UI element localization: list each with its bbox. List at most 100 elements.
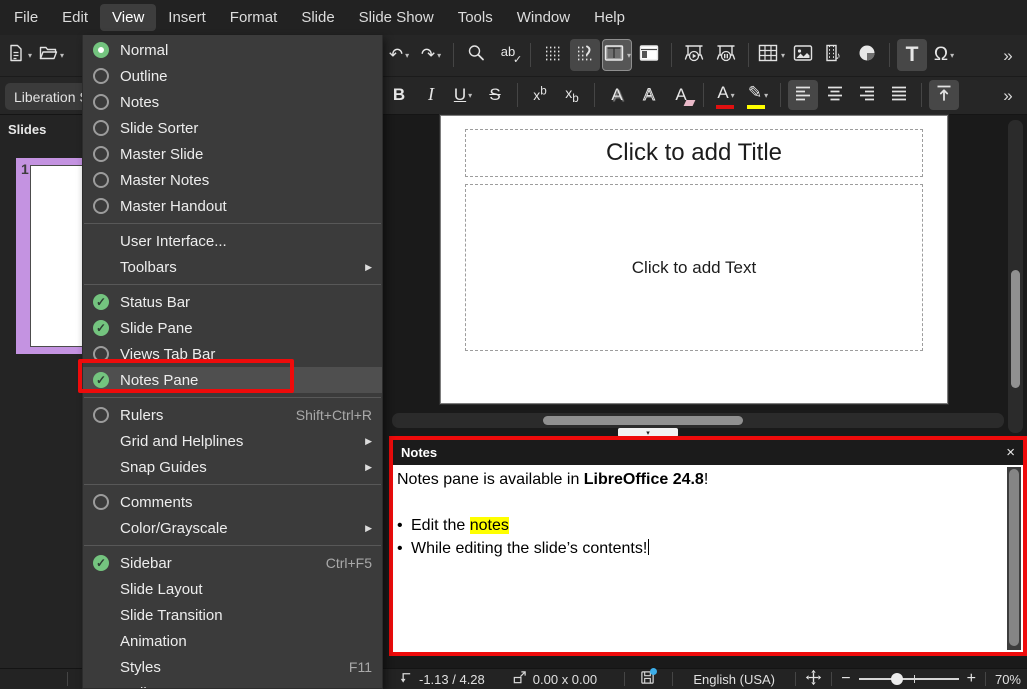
menubar-item-window[interactable]: Window [505, 4, 582, 31]
special-character-button[interactable]: Ω▾ [929, 39, 959, 71]
start-current-slide-button[interactable] [711, 39, 741, 71]
dropdown-caret-icon[interactable]: ▾ [437, 51, 441, 60]
body-placeholder[interactable]: Click to add Text [465, 184, 923, 351]
menubar-item-edit[interactable]: Edit [50, 4, 100, 31]
zoom-slider[interactable]: − + [841, 670, 976, 688]
zoom-in-button[interactable]: + [967, 670, 976, 688]
menubar-item-help[interactable]: Help [582, 4, 637, 31]
menu-item-rulers[interactable]: RulersShift+Ctrl+R [83, 402, 382, 428]
menu-item-slide-layout[interactable]: Slide Layout [83, 576, 382, 602]
new-document-button[interactable]: ▾ [4, 39, 34, 71]
menubar-item-tools[interactable]: Tools [446, 4, 505, 31]
strikethrough-button[interactable]: S [480, 80, 510, 110]
menu-item-normal[interactable]: Normal [83, 37, 382, 63]
notes-scrollbar-thumb[interactable] [1009, 469, 1019, 646]
menubar-item-slide-show[interactable]: Slide Show [347, 4, 446, 31]
horizontal-scrollbar-thumb[interactable] [543, 416, 743, 425]
menu-item-master-handout[interactable]: Master Handout [83, 193, 382, 219]
dropdown-caret-icon[interactable]: ▾ [950, 51, 954, 60]
dropdown-caret-icon[interactable]: ▾ [468, 91, 472, 100]
display-views-button[interactable]: ▾ [602, 39, 632, 71]
master-slide-button[interactable] [634, 39, 664, 71]
outline-font-button[interactable]: A [634, 80, 664, 110]
clear-formatting-button[interactable]: A [666, 80, 696, 110]
menubar-item-view[interactable]: View [100, 4, 156, 31]
menubar-item-slide[interactable]: Slide [289, 4, 346, 31]
menu-item-outline[interactable]: Outline [83, 63, 382, 89]
snap-guides-button[interactable] [570, 39, 600, 71]
title-placeholder[interactable]: Click to add Title [465, 129, 923, 177]
insert-chart-button[interactable] [852, 39, 882, 71]
menu-item-styles[interactable]: StylesF11 [83, 654, 382, 680]
find-replace-button[interactable] [461, 39, 491, 71]
menu-item-sidebar[interactable]: ✓SidebarCtrl+F5 [83, 550, 382, 576]
dropdown-caret-icon[interactable]: ▾ [781, 51, 785, 60]
notes-editor[interactable]: Notes pane is available in LibreOffice 2… [393, 465, 1023, 652]
menu-item-toolbars[interactable]: Toolbars▶ [83, 254, 382, 280]
dropdown-caret-icon[interactable]: ▾ [405, 51, 409, 60]
underline-button[interactable]: U▾ [448, 80, 478, 110]
dropdown-caret-icon[interactable]: ▾ [28, 51, 32, 60]
italic-button[interactable]: I [416, 80, 446, 110]
shadow-button[interactable]: A [602, 80, 632, 110]
toolbar-overflow-button[interactable]: » [993, 80, 1023, 110]
highlight-color-button[interactable]: ✎▾ [743, 80, 773, 110]
menu-item-notes[interactable]: Notes [83, 89, 382, 115]
toolbar-overflow-button[interactable]: » [993, 39, 1023, 71]
start-first-slide-button[interactable] [679, 39, 709, 71]
menu-item-color-grayscale[interactable]: Color/Grayscale▶ [83, 515, 382, 541]
notes-scrollbar[interactable] [1007, 467, 1021, 650]
menu-item-slide-transition[interactable]: Slide Transition [83, 602, 382, 628]
menubar-item-file[interactable]: File [2, 4, 50, 31]
menu-item-gallery[interactable]: Gallery [83, 680, 382, 689]
font-color-button[interactable]: A▾ [711, 80, 741, 110]
redo-button[interactable]: ↷▾ [416, 39, 446, 71]
subscript-button[interactable]: xb [557, 80, 587, 110]
object-size-field[interactable]: 0.00 x 0.00 [512, 670, 597, 688]
menu-item-master-notes[interactable]: Master Notes [83, 167, 382, 193]
dropdown-caret-icon[interactable]: ▾ [627, 51, 631, 60]
insert-media-button[interactable]: ♪ [820, 39, 850, 71]
open-folder-button[interactable]: ▾ [36, 39, 66, 71]
menu-item-user-interface[interactable]: User Interface... [83, 228, 382, 254]
menu-item-animation[interactable]: Animation [83, 628, 382, 654]
zoom-slider-track[interactable] [859, 678, 959, 680]
spelling-button[interactable]: ab✓ [493, 39, 523, 71]
notes-close-icon[interactable]: × [1006, 444, 1015, 461]
menubar-item-insert[interactable]: Insert [156, 4, 218, 31]
align-left-button[interactable] [788, 80, 818, 110]
insert-textbox-button[interactable]: T [897, 39, 927, 71]
menu-item-slide-sorter[interactable]: Slide Sorter [83, 115, 382, 141]
save-status-button[interactable] [640, 670, 655, 688]
menu-item-slide-pane[interactable]: ✓Slide Pane [83, 315, 382, 341]
menubar-item-format[interactable]: Format [218, 4, 290, 31]
dropdown-caret-icon[interactable]: ▾ [731, 91, 735, 100]
menu-item-notes-pane[interactable]: ✓Notes Pane [83, 367, 382, 393]
language-selector[interactable]: English (USA) [693, 672, 775, 687]
menu-item-comments[interactable]: Comments [83, 489, 382, 515]
align-right-button[interactable] [852, 80, 882, 110]
menu-item-snap-guides[interactable]: Snap Guides▶ [83, 454, 382, 480]
zoom-out-button[interactable]: − [841, 670, 850, 688]
align-justify-button[interactable] [884, 80, 914, 110]
menu-item-views-tab-bar[interactable]: Views Tab Bar [83, 341, 382, 367]
align-top-button[interactable] [929, 80, 959, 110]
horizontal-scrollbar[interactable] [392, 413, 1004, 428]
vertical-scrollbar-thumb[interactable] [1011, 270, 1020, 388]
menu-item-master-slide[interactable]: Master Slide [83, 141, 382, 167]
insert-image-button[interactable] [788, 39, 818, 71]
undo-button[interactable]: ↶▾ [384, 39, 414, 71]
menu-item-status-bar[interactable]: ✓Status Bar [83, 289, 382, 315]
cursor-position-field[interactable]: -1.13 / 4.28 [398, 670, 485, 688]
align-center-button[interactable] [820, 80, 850, 110]
slide-canvas[interactable]: Click to add Title Click to add Text [440, 115, 948, 404]
bold-button[interactable]: B [384, 80, 414, 110]
superscript-button[interactable]: xb [525, 80, 555, 110]
dropdown-caret-icon[interactable]: ▾ [60, 51, 64, 60]
dropdown-caret-icon[interactable]: ▾ [764, 91, 768, 100]
fit-slide-button[interactable] [805, 669, 822, 689]
menu-item-grid-and-helplines[interactable]: Grid and Helplines▶ [83, 428, 382, 454]
insert-table-button[interactable]: ▾ [756, 39, 786, 71]
vertical-scrollbar[interactable] [1008, 120, 1023, 433]
grid-button[interactable] [538, 39, 568, 71]
